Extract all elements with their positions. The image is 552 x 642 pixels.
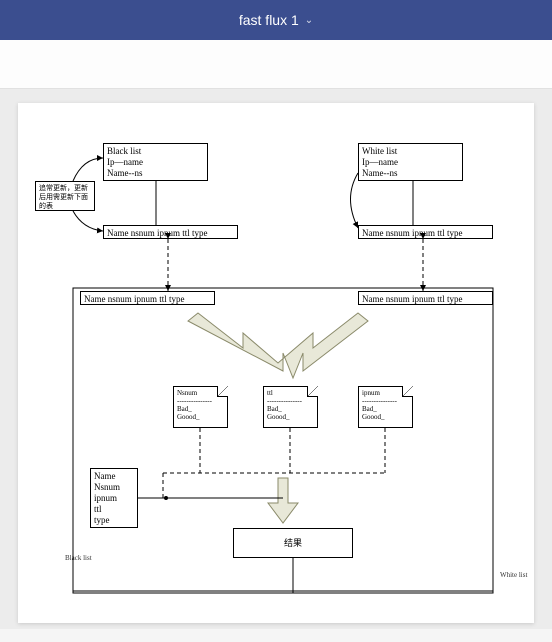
detail-box[interactable]: Name Nsnum ipnum ttl type xyxy=(90,468,138,528)
whitelist-box[interactable]: White list Ip—name Name--ns xyxy=(358,143,463,181)
result-box[interactable]: 结果 xyxy=(233,528,353,558)
blacklist-box[interactable]: Black list Ip—name Name--ns xyxy=(103,143,208,181)
note-nsnum[interactable]: Nsnum --------------- Bad_ Goood_ xyxy=(173,386,228,428)
canvas-area[interactable]: Black list Ip—name Name--ns White list I… xyxy=(0,89,552,629)
ribbon-area xyxy=(0,40,552,89)
update-note-box[interactable]: 追常更新，更新后用需更新下面的表 xyxy=(35,181,95,211)
title-bar: fast flux 1 ⌄ xyxy=(0,0,552,40)
note-ttl[interactable]: ttl --------------- Bad_ Goood_ xyxy=(263,386,318,428)
chevron-down-icon[interactable]: ⌄ xyxy=(305,15,313,26)
record-mid-right[interactable]: Name nsnum ipnum ttl type xyxy=(358,291,493,305)
record-top-right[interactable]: Name nsnum ipnum ttl type xyxy=(358,225,493,239)
doc-title[interactable]: fast flux 1 xyxy=(239,12,299,28)
label-whitelist: White list xyxy=(500,571,527,579)
label-blacklist: Black list xyxy=(65,554,92,562)
record-top-left[interactable]: Name nsnum ipnum ttl type xyxy=(103,225,238,239)
note-ipnum[interactable]: ipnum --------------- Bad_ Goood_ xyxy=(358,386,413,428)
record-mid-left[interactable]: Name nsnum ipnum ttl type xyxy=(80,291,215,305)
drawing-page[interactable]: Black list Ip—name Name--ns White list I… xyxy=(18,103,534,623)
